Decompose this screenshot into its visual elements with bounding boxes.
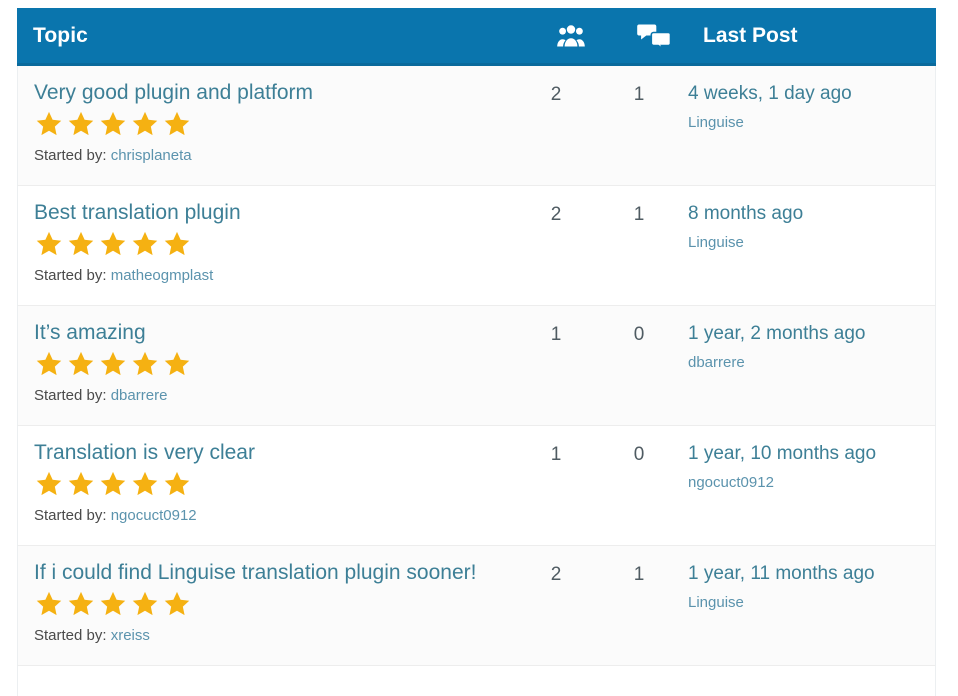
voices-count: 1 [550, 444, 562, 465]
started-by: Started by: matheogmplast [34, 267, 213, 284]
started-by: Started by: dbarrere [34, 387, 167, 404]
last-post-cell: 8 months ago Linguise [684, 186, 935, 305]
users-icon [556, 24, 586, 48]
started-by-label: Started by: [34, 147, 107, 164]
last-post-author-link[interactable]: Linguise [688, 593, 925, 612]
last-post-time-link[interactable]: 4 weeks, 1 day ago [688, 82, 925, 106]
last-post-cell: 1 year, 10 months ago ngocuct0912 [684, 426, 935, 545]
started-by-user-link[interactable]: ngocuct0912 [111, 507, 197, 524]
last-post-author-link[interactable]: dbarrere [688, 353, 925, 372]
voices-count: 2 [550, 564, 562, 585]
last-post-author-link[interactable]: Linguise [688, 113, 925, 132]
posts-count: 1 [633, 204, 645, 225]
topic-title-link[interactable]: Translation is very clear [34, 440, 508, 466]
started-by-user-link[interactable]: xreiss [111, 627, 150, 644]
last-post-cell: 4 weeks, 1 day ago Linguise [684, 66, 935, 185]
started-by-label: Started by: [34, 267, 107, 284]
last-post-time-link[interactable]: 1 year, 11 months ago [688, 562, 925, 586]
table-row: Best translation plugin Started by: mathe… [17, 186, 936, 306]
topic-cell: If i could find Linguise translation plu… [18, 546, 518, 665]
topic-title-link[interactable]: It’s amazing [34, 320, 508, 346]
started-by-user-link[interactable]: matheogmplast [111, 267, 214, 284]
voices-count: 2 [550, 84, 562, 105]
speech-bubbles-icon [637, 23, 671, 49]
started-by: Started by: chrisplaneta [34, 147, 192, 164]
last-post-time-link[interactable]: 8 months ago [688, 202, 925, 226]
topic-list-header: Topic Last Post [17, 8, 936, 66]
posts-count: 0 [633, 324, 645, 345]
column-header-last-post: Last Post [703, 23, 798, 47]
table-row: It’s amazing Started by: dbarrere 1 0 1 year… [17, 306, 936, 426]
last-post-cell: 1 year, 11 months ago Linguise [684, 546, 935, 665]
last-post-time-link[interactable]: 1 year, 2 months ago [688, 322, 925, 346]
topic-cell: Translation is very clear Started by: ngo… [18, 426, 518, 545]
partial-row-placeholder [18, 666, 518, 696]
posts-count: 0 [633, 444, 645, 465]
started-by: Started by: ngocuct0912 [34, 507, 197, 524]
started-by-label: Started by: [34, 387, 107, 404]
topic-rows: Very good plugin and platform Started by:… [17, 66, 936, 666]
started-by-label: Started by: [34, 627, 107, 644]
table-row: Very good plugin and platform Started by:… [17, 66, 936, 186]
table-row: If i could find Linguise translation plu… [17, 546, 936, 666]
star-rating [34, 350, 508, 378]
star-rating [34, 470, 508, 498]
voices-count: 1 [550, 324, 562, 345]
star-rating [34, 230, 508, 258]
topic-title-link[interactable]: Best translation plugin [34, 200, 508, 226]
topic-cell: Best translation plugin Started by: mathe… [18, 186, 518, 305]
column-header-topic: Topic [33, 23, 88, 47]
started-by-label: Started by: [34, 507, 107, 524]
started-by-user-link[interactable]: chrisplaneta [111, 147, 192, 164]
table-row-partial [17, 666, 936, 696]
last-post-author-link[interactable]: ngocuct0912 [688, 473, 925, 492]
star-rating [34, 590, 508, 618]
posts-count: 1 [633, 84, 645, 105]
topic-title-link[interactable]: Very good plugin and platform [34, 80, 508, 106]
forum-topic-list: Topic Last Post Very good plugin and pla… [17, 8, 936, 696]
topic-cell: It’s amazing Started by: dbarrere [18, 306, 518, 425]
posts-count: 1 [633, 564, 645, 585]
column-header-voices [533, 24, 609, 48]
topic-cell: Very good plugin and platform Started by:… [18, 66, 518, 185]
voices-count: 2 [550, 204, 562, 225]
column-header-posts [609, 23, 699, 49]
started-by-user-link[interactable]: dbarrere [111, 387, 168, 404]
last-post-author-link[interactable]: Linguise [688, 233, 925, 252]
table-row: Translation is very clear Started by: ngo… [17, 426, 936, 546]
last-post-time-link[interactable]: 1 year, 10 months ago [688, 442, 925, 466]
started-by: Started by: xreiss [34, 627, 150, 644]
topic-title-link[interactable]: If i could find Linguise translation plu… [34, 560, 508, 586]
last-post-cell: 1 year, 2 months ago dbarrere [684, 306, 935, 425]
star-rating [34, 110, 508, 138]
